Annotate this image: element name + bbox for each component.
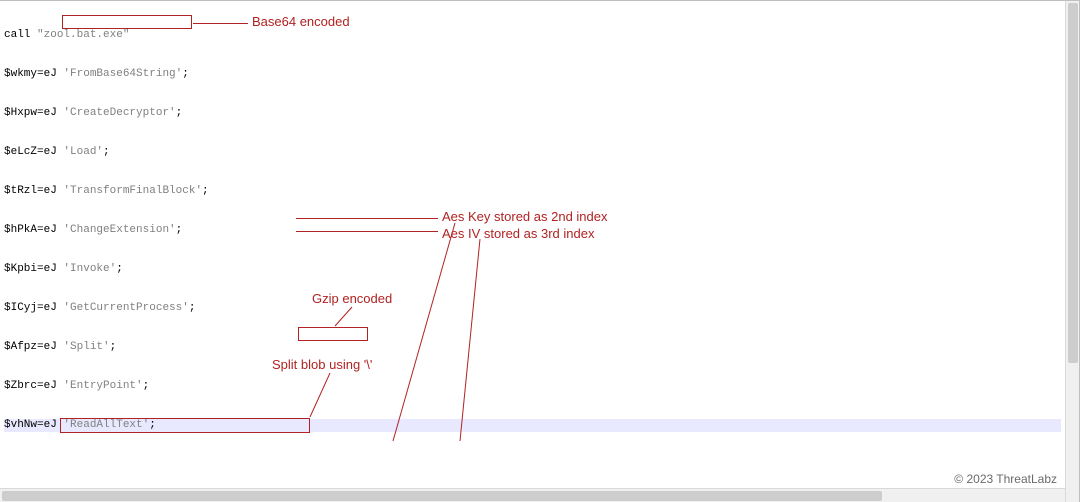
code-line: $hPkA=eJ 'ChangeExtension'; — [4, 224, 1061, 237]
text: ; — [103, 146, 110, 158]
text: $ICyj=eJ — [4, 302, 63, 314]
text: $vhNw=eJ — [4, 419, 63, 431]
string: 'GetCurrentProcess' — [63, 302, 188, 314]
string: 'Invoke' — [63, 263, 116, 275]
text: ; — [176, 107, 183, 119]
code-line: $ICyj=eJ 'GetCurrentProcess'; — [4, 302, 1061, 315]
scrollbar-vertical[interactable] — [1065, 1, 1079, 502]
code-line: $Hxpw=eJ 'CreateDecryptor'; — [4, 107, 1061, 120]
text: $eLcZ=eJ — [4, 146, 63, 158]
text: ; — [110, 341, 117, 353]
scrollbar-thumb[interactable] — [1068, 3, 1078, 363]
text: ; — [182, 68, 189, 80]
text: ; — [116, 263, 123, 275]
code-line: $Afpz=eJ 'Split'; — [4, 341, 1061, 354]
text: $Zbrc=eJ — [4, 380, 63, 392]
string: "zool.bat.exe" — [37, 29, 129, 41]
copyright-label: © 2023 ThreatLabz — [954, 472, 1057, 486]
code-line — [4, 458, 1061, 471]
scrollbar-horizontal[interactable] — [0, 488, 1065, 502]
text: $wkmy=eJ — [4, 68, 63, 80]
code-line-highlighted: $vhNw=eJ 'ReadAllText'; — [4, 419, 1061, 432]
string: 'Load' — [63, 146, 103, 158]
text: ; — [189, 302, 196, 314]
text: $Afpz=eJ — [4, 341, 63, 353]
code-line: $tRzl=eJ 'TransformFinalBlock'; — [4, 185, 1061, 198]
text: $hPkA=eJ — [4, 224, 63, 236]
text: $tRzl=eJ — [4, 185, 63, 197]
code-line: $Kpbi=eJ 'Invoke'; — [4, 263, 1061, 276]
code-line: $wkmy=eJ 'FromBase64String'; — [4, 68, 1061, 81]
text: $Hxpw=eJ — [4, 107, 63, 119]
string: 'Split' — [63, 341, 109, 353]
string: 'TransformFinalBlock' — [63, 185, 202, 197]
text: ; — [143, 380, 150, 392]
text: ; — [202, 185, 209, 197]
text: ; — [149, 419, 156, 431]
string: 'EntryPoint' — [63, 380, 142, 392]
scrollbar-thumb[interactable] — [2, 491, 882, 501]
text: $Kpbi=eJ — [4, 263, 63, 275]
string: 'CreateDecryptor' — [63, 107, 175, 119]
code-line: $Zbrc=eJ 'EntryPoint'; — [4, 380, 1061, 393]
string: 'ReadAllText' — [63, 419, 149, 431]
code-area: call "zool.bat.exe" $wkmy=eJ 'FromBase64… — [0, 1, 1065, 488]
string: 'ChangeExtension' — [63, 224, 175, 236]
editor-viewport: call "zool.bat.exe" $wkmy=eJ 'FromBase64… — [0, 0, 1080, 502]
text: ; — [176, 224, 183, 236]
string: 'FromBase64String' — [63, 68, 182, 80]
code-line: $eLcZ=eJ 'Load'; — [4, 146, 1061, 159]
text: call — [4, 29, 37, 41]
code-line: call "zool.bat.exe" — [4, 29, 1061, 42]
